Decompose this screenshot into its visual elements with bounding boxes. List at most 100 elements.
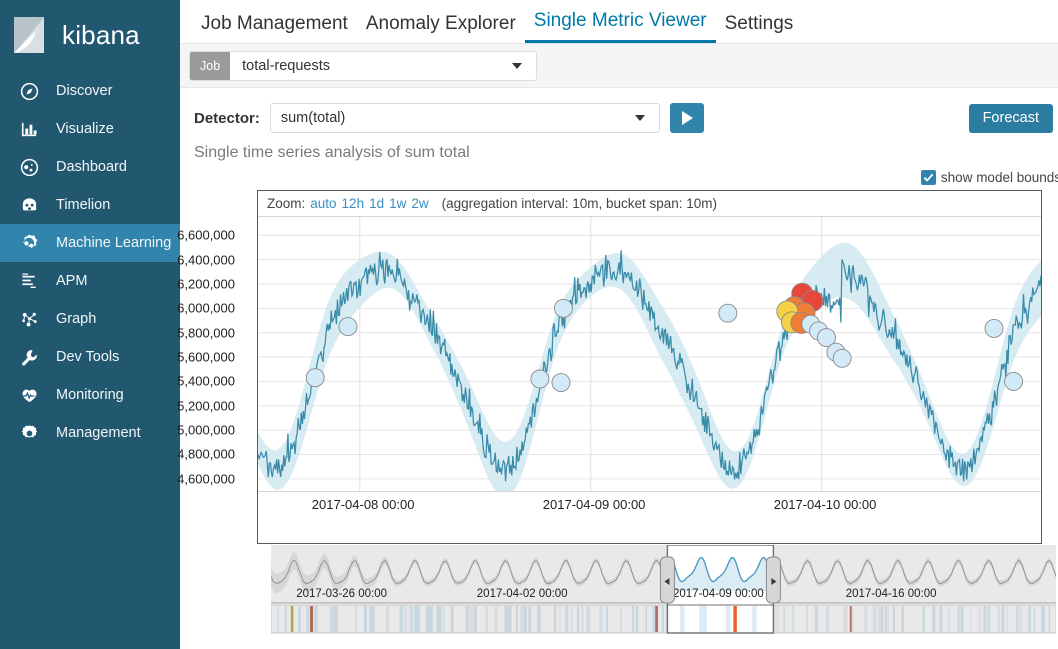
zoom-label: Zoom: bbox=[267, 196, 305, 211]
swimlane-tick bbox=[285, 606, 287, 632]
forecast-button[interactable]: Forecast bbox=[969, 104, 1053, 133]
swimlane-tick bbox=[554, 606, 557, 632]
swimlane-tick bbox=[1021, 606, 1022, 632]
anomaly-marker-warning[interactable] bbox=[833, 349, 851, 367]
context-x-axis-tick: 2017-03-26 00:00 bbox=[296, 588, 387, 600]
swimlane-tick bbox=[879, 606, 881, 632]
zoom-link-1w[interactable]: 1w bbox=[389, 196, 406, 211]
swimlane-tick bbox=[793, 606, 794, 632]
swimlane-tick bbox=[371, 606, 374, 632]
swimlane-tick bbox=[386, 606, 389, 632]
detector-select[interactable]: sum(total) bbox=[270, 103, 660, 133]
swimlane-tick bbox=[961, 606, 964, 632]
x-axis-tick: 2017-04-10 00:00 bbox=[774, 497, 877, 512]
sidebar-item-dashboard[interactable]: Dashboard bbox=[0, 148, 180, 186]
swimlane-tick bbox=[496, 606, 498, 632]
sidebar-item-graph[interactable]: Graph bbox=[0, 300, 180, 338]
detector-label: Detector: bbox=[194, 110, 260, 127]
brand-header[interactable]: kibana bbox=[0, 0, 180, 70]
swimlane-tick bbox=[560, 606, 561, 632]
main-content: Job Management Anomaly Explorer Single M… bbox=[180, 0, 1058, 649]
swimlane-tick bbox=[958, 606, 960, 632]
brush-handle-right[interactable] bbox=[766, 557, 780, 603]
anomaly-marker-warning[interactable] bbox=[306, 369, 324, 387]
global-nav-sidebar: kibana Discover Visualize Dashboard bbox=[0, 0, 180, 649]
anomaly-marker-warning[interactable] bbox=[985, 319, 1003, 337]
swimlane-tick bbox=[1002, 606, 1005, 632]
context-chart[interactable]: 2017-03-26 00:00 2017-04-02 00:00 2017-04-… bbox=[271, 545, 1056, 635]
y-axis-tick: 6,200,000 bbox=[177, 276, 235, 291]
brush-swimlane-tick bbox=[702, 606, 707, 632]
context-series-svg[interactable]: 2017-03-26 00:00 2017-04-02 00:00 2017-04-… bbox=[271, 545, 1056, 635]
run-play-button[interactable] bbox=[670, 103, 704, 133]
swimlane-tick bbox=[775, 606, 777, 632]
sidebar-item-timelion[interactable]: Timelion bbox=[0, 186, 180, 224]
anomaly-marker-warning[interactable] bbox=[1005, 372, 1023, 390]
zoom-link-auto[interactable]: auto bbox=[310, 196, 336, 211]
y-axis-tick: 6,600,000 bbox=[177, 228, 235, 243]
sidebar-item-management[interactable]: Management bbox=[0, 414, 180, 452]
swimlane-tick bbox=[901, 606, 904, 632]
swimlane-tick bbox=[864, 606, 866, 632]
sidebar-item-machine-learning[interactable]: Machine Learning bbox=[0, 224, 180, 262]
x-axis-tick: 2017-04-08 00:00 bbox=[312, 497, 415, 512]
swimlane-tick bbox=[507, 606, 510, 632]
tab-single-metric-viewer[interactable]: Single Metric Viewer bbox=[525, 10, 716, 43]
job-select[interactable]: Job total-requests bbox=[189, 51, 537, 81]
swimlane-tick bbox=[429, 606, 432, 632]
job-select-value: total-requests bbox=[230, 58, 512, 74]
tab-job-management[interactable]: Job Management bbox=[192, 13, 357, 43]
show-model-bounds-checkbox[interactable] bbox=[921, 170, 936, 185]
sidebar-item-dev-tools[interactable]: Dev Tools bbox=[0, 338, 180, 376]
focus-plot[interactable]: 2017-04-08 00:002017-04-09 00:002017-04-… bbox=[258, 217, 1041, 517]
tab-anomaly-explorer[interactable]: Anomaly Explorer bbox=[357, 13, 525, 43]
swimlane-tick bbox=[516, 606, 518, 632]
swimlane-tick bbox=[1016, 606, 1018, 632]
swimlane-tick bbox=[577, 606, 579, 632]
anomaly-marker-warning[interactable] bbox=[719, 304, 737, 322]
tab-settings[interactable]: Settings bbox=[716, 13, 803, 43]
brush-handle-left[interactable] bbox=[660, 557, 674, 603]
swimlane-tick bbox=[888, 606, 890, 632]
brush-x-axis-tick: 2017-04-09 00:00 bbox=[673, 588, 764, 600]
sidebar-item-label: Visualize bbox=[56, 121, 114, 137]
sidebar-item-monitoring[interactable]: Monitoring bbox=[0, 376, 180, 414]
swimlane-tick bbox=[310, 606, 313, 632]
focus-chart: Zoom: auto 12h 1d 1w 2w (aggregation int… bbox=[257, 190, 1042, 544]
anomaly-marker-warning[interactable] bbox=[531, 370, 549, 388]
swimlane-tick bbox=[997, 606, 1000, 632]
zoom-link-2w[interactable]: 2w bbox=[411, 196, 428, 211]
anomaly-marker-warning[interactable] bbox=[552, 374, 570, 392]
swimlane-tick bbox=[523, 606, 526, 632]
swimlane-tick bbox=[655, 606, 658, 632]
context-x-axis-tick: 2017-04-16 00:00 bbox=[846, 588, 937, 600]
dashboard-icon bbox=[16, 158, 42, 177]
y-axis-tick: 5,200,000 bbox=[177, 398, 235, 413]
detector-select-value: sum(total) bbox=[271, 110, 635, 126]
swimlane-tick bbox=[988, 606, 990, 632]
swimlane-tick bbox=[437, 606, 439, 632]
anomaly-marker-warning[interactable] bbox=[339, 318, 357, 336]
context-x-axis-tick: 2017-04-02 00:00 bbox=[477, 588, 568, 600]
sidebar-item-label: Dashboard bbox=[56, 159, 127, 175]
graph-icon bbox=[16, 310, 42, 329]
swimlane-tick bbox=[355, 606, 357, 632]
gear-icon bbox=[16, 424, 42, 443]
zoom-link-12h[interactable]: 12h bbox=[342, 196, 365, 211]
swimlane-tick bbox=[983, 606, 985, 632]
sidebar-item-discover[interactable]: Discover bbox=[0, 72, 180, 110]
zoom-bar: Zoom: auto 12h 1d 1w 2w (aggregation int… bbox=[258, 191, 1041, 217]
swimlane-tick bbox=[404, 606, 406, 632]
swimlane-tick bbox=[528, 606, 531, 632]
swimlane-tick bbox=[932, 606, 935, 632]
focus-series-svg[interactable] bbox=[258, 217, 1041, 517]
swimlane-tick bbox=[537, 606, 540, 632]
swimlane-tick bbox=[443, 606, 444, 632]
zoom-link-1d[interactable]: 1d bbox=[369, 196, 384, 211]
chevron-down-icon bbox=[512, 63, 522, 69]
swimlane-tick bbox=[948, 606, 950, 632]
sidebar-item-visualize[interactable]: Visualize bbox=[0, 110, 180, 148]
swimlane-tick bbox=[440, 606, 442, 632]
sidebar-item-apm[interactable]: APM bbox=[0, 262, 180, 300]
anomaly-marker-warning[interactable] bbox=[554, 299, 572, 317]
